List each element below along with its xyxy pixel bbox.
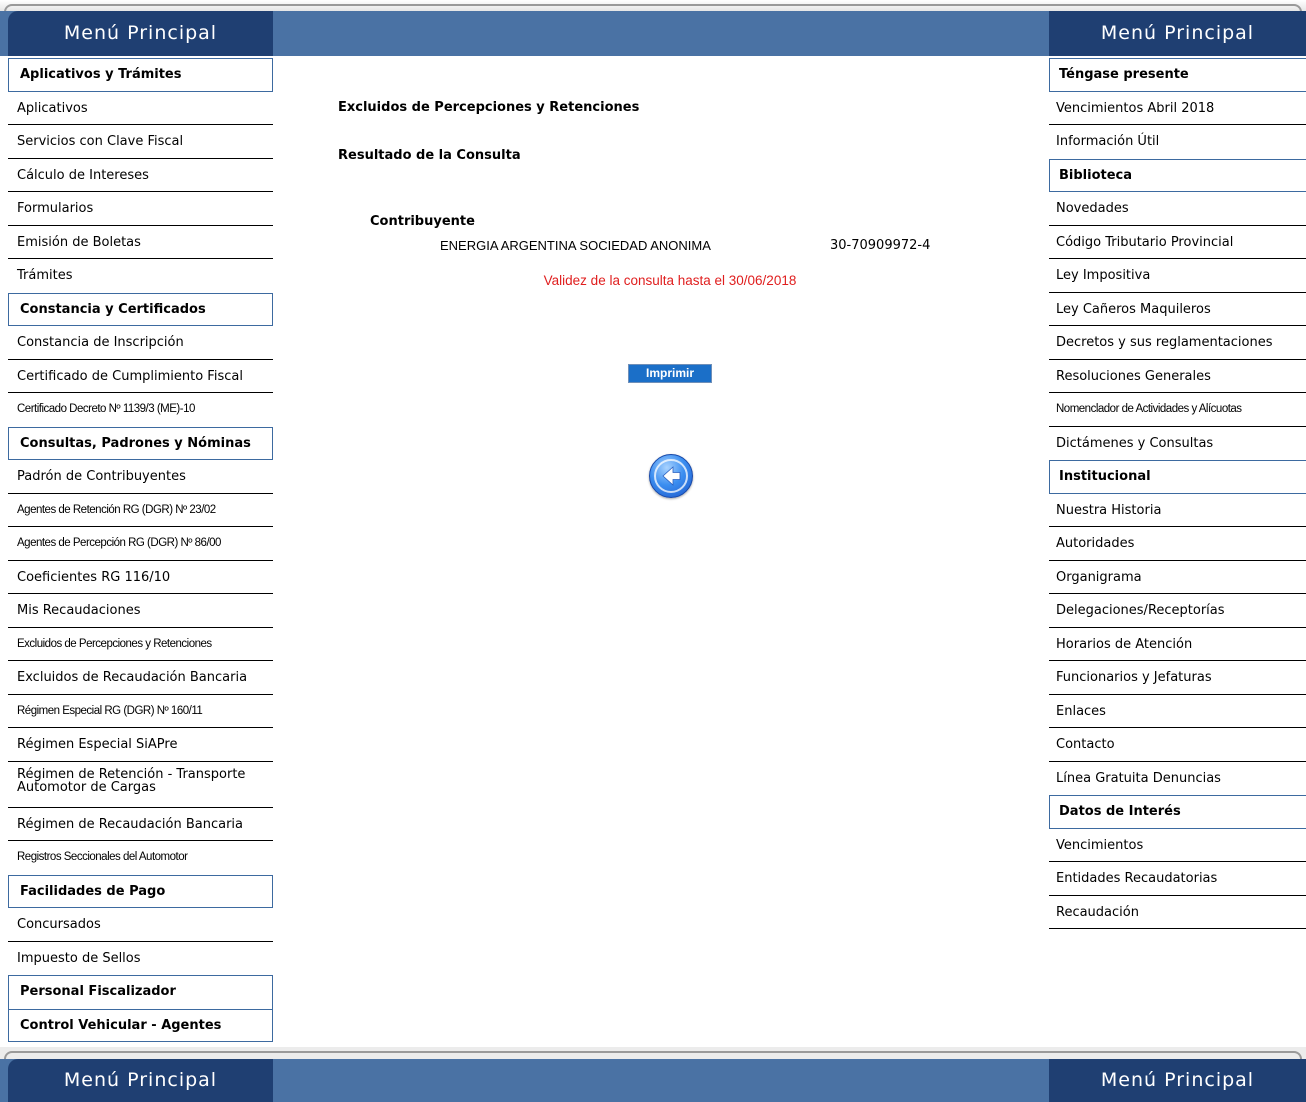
sidebar-item-certificado-cumplimiento[interactable]: Certificado de Cumplimiento Fiscal [8,359,273,393]
sidebar-item-constancia-inscripcion[interactable]: Constancia de Inscripción [8,326,273,360]
sidebar-item-codigo-tributario[interactable]: Código Tributario Provincial [1049,225,1306,259]
contribuyente-name: ENERGIA ARGENTINA SOCIEDAD ANONIMA [440,238,711,253]
menu-principal-left[interactable]: Menú Principal [8,11,273,56]
sidebar-item-nomenclador[interactable]: Nomenclador de Actividades y Alícuotas [1049,393,1306,427]
section-aplicativos-tramites: Aplicativos y Trámites [8,58,273,92]
sidebar-item-linea-gratuita[interactable]: Línea Gratuita Denuncias [1049,761,1306,795]
page-title: Excluidos de Percepciones y Retenciones [338,100,640,115]
back-arrow-icon[interactable] [649,454,693,498]
sidebar-item-autoridades[interactable]: Autoridades [1049,527,1306,561]
sidebar-item-informacion-util[interactable]: Información Útil [1049,125,1306,159]
top-menu-bar: Menú Principal Menú Principal [0,11,1306,56]
footer-menu-principal-left[interactable]: Menú Principal [8,1059,273,1102]
sidebar-item-dictamenes[interactable]: Dictámenes y Consultas [1049,426,1306,460]
contribuyente-label: Contribuyente [370,214,475,229]
sidebar-item-regimen-siapre[interactable]: Régimen Especial SiAPre [8,728,273,762]
left-sidebar: Aplicativos y Trámites Aplicativos Servi… [8,58,273,1042]
sidebar-item-agentes-percepcion[interactable]: Agentes de Percepción RG (DGR) Nº 86/00 [8,527,273,561]
bottom-menu-bar: Menú Principal Menú Principal [0,1059,1306,1102]
validity-notice: Validez de la consulta hasta el 30/06/20… [543,273,797,288]
sidebar-item-certificado-decreto[interactable]: Certificado Decreto Nº 1139/3 (ME)-10 [8,393,273,427]
sidebar-item-regimen-especial-rg[interactable]: Régimen Especial RG (DGR) Nº 160/11 [8,694,273,728]
sidebar-item-decretos[interactable]: Decretos y sus reglamentaciones [1049,326,1306,360]
sidebar-item-concursados[interactable]: Concursados [8,908,273,942]
bottom-frame [0,1047,1306,1061]
menu-principal-right[interactable]: Menú Principal [1049,11,1306,56]
sidebar-item-impuesto-sellos[interactable]: Impuesto de Sellos [8,941,273,975]
sidebar-item-aplicativos[interactable]: Aplicativos [8,91,273,125]
sidebar-item-ley-impositiva[interactable]: Ley Impositiva [1049,259,1306,293]
sidebar-item-regimen-recaudacion-bancaria[interactable]: Régimen de Recaudación Bancaria [8,807,273,841]
sidebar-item-mis-recaudaciones[interactable]: Mis Recaudaciones [8,594,273,628]
sidebar-item-regimen-retencion-transporte[interactable]: Régimen de Retención - Transporte Automo… [8,761,273,808]
section-institucional: Institucional [1049,460,1306,494]
sidebar-item-excluidos-percepciones[interactable]: Excluidos de Percepciones y Retenciones [8,627,273,661]
section-biblioteca: Biblioteca [1049,158,1306,192]
back-arrow-glyph [662,466,681,486]
sidebar-item-recaudacion[interactable]: Recaudación [1049,895,1306,929]
sidebar-item-entidades-recaudatorias[interactable]: Entidades Recaudatorias [1049,862,1306,896]
sidebar-item-horarios[interactable]: Horarios de Atención [1049,627,1306,661]
right-sidebar: Téngase presente Vencimientos Abril 2018… [1049,58,1306,929]
sidebar-item-novedades[interactable]: Novedades [1049,192,1306,226]
sidebar-item-delegaciones[interactable]: Delegaciones/Receptorías [1049,594,1306,628]
page-subtitle: Resultado de la Consulta [338,148,521,163]
sidebar-item-tramites[interactable]: Trámites [8,259,273,293]
section-tengase-presente: Téngase presente [1049,58,1306,92]
section-constancia-certificados: Constancia y Certificados [8,292,273,326]
sidebar-item-nuestra-historia[interactable]: Nuestra Historia [1049,493,1306,527]
sidebar-item-organigrama[interactable]: Organigrama [1049,560,1306,594]
sidebar-item-agentes-retencion[interactable]: Agentes de Retención RG (DGR) Nº 23/02 [8,493,273,527]
section-facilidades-pago: Facilidades de Pago [8,874,273,908]
sidebar-item-enlaces[interactable]: Enlaces [1049,694,1306,728]
sidebar-item-padron-contribuyentes[interactable]: Padrón de Contribuyentes [8,460,273,494]
section-personal-fiscalizador[interactable]: Personal Fiscalizador [8,975,273,1009]
section-consultas-padrones: Consultas, Padrones y Nóminas [8,426,273,460]
sidebar-item-servicios-clave-fiscal[interactable]: Servicios con Clave Fiscal [8,125,273,159]
sidebar-item-formularios[interactable]: Formularios [8,192,273,226]
footer-menu-principal-right[interactable]: Menú Principal [1049,1059,1306,1102]
sidebar-item-vencimientos[interactable]: Vencimientos [1049,828,1306,862]
section-datos-interes: Datos de Interés [1049,795,1306,829]
contribuyente-cuit: 30-70909972-4 [830,238,931,253]
sidebar-item-contacto[interactable]: Contacto [1049,728,1306,762]
sidebar-item-registros-seccionales[interactable]: Registros Seccionales del Automotor [8,841,273,875]
sidebar-item-emision-boletas[interactable]: Emisión de Boletas [8,225,273,259]
sidebar-item-coeficientes[interactable]: Coeficientes RG 116/10 [8,560,273,594]
sidebar-item-funcionarios[interactable]: Funcionarios y Jefaturas [1049,661,1306,695]
print-button[interactable]: Imprimir [628,364,712,383]
sidebar-item-resoluciones-generales[interactable]: Resoluciones Generales [1049,359,1306,393]
section-control-vehicular[interactable]: Control Vehicular - Agentes [8,1008,273,1042]
sidebar-item-vencimientos-abril[interactable]: Vencimientos Abril 2018 [1049,91,1306,125]
sidebar-item-excluidos-recaudacion[interactable]: Excluidos de Recaudación Bancaria [8,661,273,695]
sidebar-item-ley-caneros[interactable]: Ley Cañeros Maquileros [1049,292,1306,326]
sidebar-item-calculo-intereses[interactable]: Cálculo de Intereses [8,158,273,192]
